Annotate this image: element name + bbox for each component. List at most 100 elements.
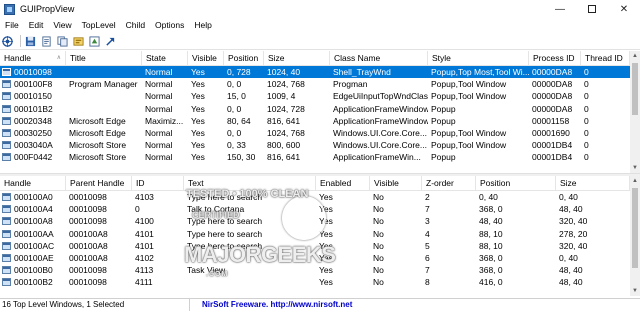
cell-visible: No xyxy=(373,240,384,251)
window-icon xyxy=(2,104,11,113)
cell-position: 0, 33 xyxy=(227,140,246,151)
bottom-table-body: 000100A0 00010098 4103 Type here to search Y… xyxy=(0,191,630,289)
column-header-size[interactable]: Size xyxy=(264,51,330,66)
column-header-text[interactable]: Text xyxy=(184,176,316,191)
cell-position: 368, 0 xyxy=(479,265,503,276)
cell-style: Popup xyxy=(431,152,456,163)
table-row[interactable]: 000100F8 Program Manager Normal Yes 0, 0 1024… xyxy=(0,78,630,90)
window-icon xyxy=(2,266,11,275)
target-button[interactable] xyxy=(1,35,14,48)
column-header-style[interactable]: Style xyxy=(428,51,529,66)
maximize-button[interactable] xyxy=(576,0,608,18)
column-header-thread-id[interactable]: Thread ID xyxy=(581,51,630,66)
cell-thread-id: 0 xyxy=(584,152,589,163)
table-row[interactable]: 0003040A Microsoft Store Normal Yes 0, 33 800… xyxy=(0,139,630,151)
cell-thread-id: 0 xyxy=(584,127,589,138)
cell-title xyxy=(66,66,142,78)
scroll-up-icon[interactable]: ▲ xyxy=(630,176,640,186)
cell-handle: 000100B0 xyxy=(0,264,66,276)
copy-button[interactable] xyxy=(56,35,69,48)
column-header-visible[interactable]: Visible xyxy=(370,176,422,191)
table-row[interactable]: 00010098 Normal Yes 0, 728 1024, 40 Shell_Tra… xyxy=(0,66,630,79)
scroll-down-icon[interactable]: ▼ xyxy=(630,163,640,173)
column-header-size[interactable]: Size xyxy=(556,176,630,191)
scroll-down-icon[interactable]: ▼ xyxy=(630,286,640,296)
nirsoft-link[interactable]: NirSoft Freeware. http://www.nirsoft.net xyxy=(190,299,352,311)
column-header-position[interactable]: Position xyxy=(476,176,556,191)
bottom-table-scrollbar[interactable]: ▲ ▼ xyxy=(630,176,640,296)
window-icon xyxy=(2,141,11,150)
cell-handle: 000100A4 xyxy=(0,203,66,215)
table-row[interactable]: 000100AC 000100A8 4101 Type here to search Y… xyxy=(0,240,630,252)
properties-button[interactable] xyxy=(72,35,85,48)
menu-toplevel[interactable]: TopLevel xyxy=(77,18,121,33)
column-header-visible[interactable]: Visible xyxy=(188,51,224,66)
menu-file[interactable]: File xyxy=(0,18,24,33)
jump-button[interactable] xyxy=(104,35,117,48)
cell-id: 4103 xyxy=(135,192,154,202)
table-row[interactable]: 000F0442 Microsoft Store Normal Yes 150, 30 8… xyxy=(0,151,630,163)
table-row[interactable]: 000100B0 00010098 4113 Task View Yes No 7 368, … xyxy=(0,264,630,276)
window-icon xyxy=(2,80,11,89)
close-button[interactable]: ✕ xyxy=(608,0,640,18)
table-row[interactable]: 00020348 Microsoft Edge Maximiz... Yes 80, 6… xyxy=(0,115,630,127)
cell-process-id: 00001DB4 xyxy=(532,152,573,163)
table-row[interactable]: 000100AE 000100A8 4102 Yes No 6 368, 0 0, 40 xyxy=(0,252,630,264)
cell-visible: No xyxy=(373,192,384,202)
menu-child[interactable]: Child xyxy=(121,18,150,33)
column-header-state[interactable]: State xyxy=(142,51,188,66)
cell-class-name: EdgeUiInputTopWndClass xyxy=(333,91,428,102)
column-header-z-order[interactable]: Z-order xyxy=(422,176,476,191)
table-row[interactable]: 00030250 Microsoft Edge Normal Yes 0, 0 1024,… xyxy=(0,127,630,139)
status-count: 16 Top Level Windows, 1 Selected xyxy=(0,299,190,311)
cell-text: Task View xyxy=(187,265,226,276)
column-header-handle[interactable]: Handle ∧ xyxy=(0,51,66,66)
table-row[interactable]: 000100A8 00010098 4100 Type here to search Y… xyxy=(0,215,630,227)
cell-state: Normal xyxy=(145,67,173,77)
cell-position: 368, 0 xyxy=(479,204,503,215)
refresh-button[interactable] xyxy=(88,35,101,48)
scrollbar-thumb[interactable] xyxy=(632,63,638,115)
menu-view[interactable]: View xyxy=(48,18,76,33)
cell-thread-id: 0 xyxy=(584,79,589,90)
scrollbar-thumb[interactable] xyxy=(632,188,638,268)
top-table-scrollbar[interactable]: ▲ ▼ xyxy=(630,51,640,173)
column-header-enabled[interactable]: Enabled xyxy=(316,176,370,191)
cell-state: Normal xyxy=(145,152,173,163)
column-header-class-name[interactable]: Class Name xyxy=(330,51,428,66)
scroll-up-icon[interactable]: ▲ xyxy=(630,51,640,61)
column-header-process-id[interactable]: Process ID xyxy=(529,51,581,66)
column-header-id[interactable]: ID xyxy=(132,176,184,191)
column-header-handle[interactable]: Handle xyxy=(0,176,66,191)
table-row[interactable]: 000100AA 000100A8 4101 Type here to search Y… xyxy=(0,228,630,240)
table-row[interactable]: 000100A4 00010098 0 Talk to Cortana Yes No 7 36… xyxy=(0,203,630,215)
cell-text xyxy=(184,252,316,264)
menu-help[interactable]: Help xyxy=(189,18,216,33)
save-button[interactable] xyxy=(24,35,37,48)
toolbar xyxy=(0,33,640,50)
cell-position: 80, 64 xyxy=(227,115,251,126)
menu-options[interactable]: Options xyxy=(150,18,189,33)
cell-position: 15, 0 xyxy=(227,91,246,102)
table-row[interactable]: 000101B2 Normal Yes 0, 0 1024, 728 Applicatio… xyxy=(0,103,630,115)
child-windows-table[interactable]: Handle Parent Handle ID Text Enabled Vis… xyxy=(0,176,630,296)
column-header-position[interactable]: Position xyxy=(224,51,264,66)
top-level-windows-table[interactable]: Handle ∧ Title State Visible Position Siz… xyxy=(0,51,630,173)
column-header-parent-handle[interactable]: Parent Handle xyxy=(66,176,132,191)
cell-visible: Yes xyxy=(191,115,205,126)
table-row[interactable]: 000100B2 00010098 4111 Yes No 8 416, 0 48, 40 xyxy=(0,276,630,288)
minimize-button[interactable]: — xyxy=(544,0,576,18)
table-row[interactable]: 000100A0 00010098 4103 Type here to search Y… xyxy=(0,191,630,203)
cell-parent-handle: 000100A8 xyxy=(69,252,108,263)
cell-z-order: 2 xyxy=(425,192,430,202)
cell-class-name: ApplicationFrameWindow xyxy=(333,103,428,114)
cell-enabled: Yes xyxy=(319,240,333,251)
cell-enabled: Yes xyxy=(319,228,333,239)
report-button[interactable] xyxy=(40,35,53,48)
table-row[interactable]: 00010150 Normal Yes 15, 0 1009, 4 EdgeUiInput… xyxy=(0,90,630,102)
column-header-title[interactable]: Title xyxy=(66,51,142,66)
cell-position: 0, 728 xyxy=(227,67,251,77)
window-icon xyxy=(2,278,11,287)
menu-edit[interactable]: Edit xyxy=(24,18,49,33)
cell-text xyxy=(184,276,316,288)
